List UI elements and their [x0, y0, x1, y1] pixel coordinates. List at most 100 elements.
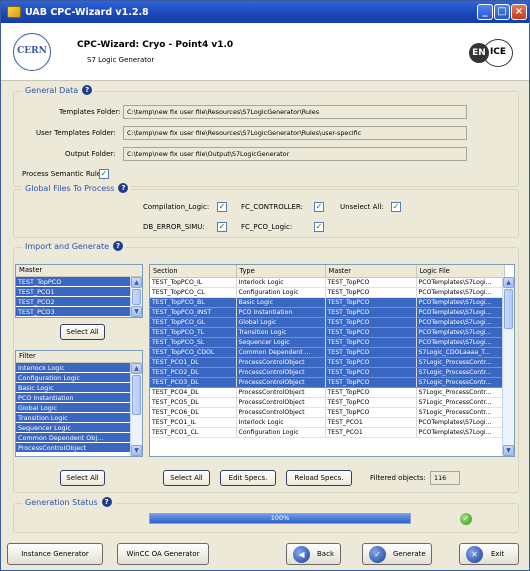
help-icon[interactable]: ?	[82, 85, 93, 95]
master-item[interactable]: TEST_PCO3	[16, 307, 130, 317]
user-templates-folder-label: User Templates Folder:	[36, 129, 116, 137]
master-list[interactable]: Master TEST_TopPCO TEST_PCO1 TEST_PCO2 T…	[15, 264, 143, 318]
fc-controller-checkbox[interactable]: ✓	[314, 202, 324, 212]
table-row[interactable]: TEST_TopPCO_INST PCO Instantiation TEST_To…	[150, 307, 505, 318]
user-templates-folder-field[interactable]: C:\temp\new fix user file\Resources\S7Lo…	[123, 126, 467, 140]
table-row[interactable]: TEST_PCO1_IL Interlock Logic TEST_PCO1 PCOT…	[150, 417, 505, 428]
column-header-master[interactable]: Master	[325, 265, 417, 278]
table-row[interactable]: TEST_PCO2_DL ProcessControlObject TEST_Top…	[150, 367, 505, 378]
back-button[interactable]: ◀ Back	[286, 543, 341, 565]
filter-item[interactable]: PCO Instantiation	[16, 393, 130, 403]
cell-type: PCO Instantiation	[236, 307, 326, 318]
table-select-all-button[interactable]: Select All	[163, 470, 210, 486]
filter-item[interactable]: Transition Logic	[16, 413, 130, 423]
chevron-up-icon[interactable]: ▲	[503, 277, 514, 288]
master-item[interactable]: TEST_PCO2	[16, 297, 130, 307]
exit-button[interactable]: ✕ Exit	[459, 543, 519, 565]
chevron-up-icon[interactable]: ▲	[131, 277, 142, 288]
table-row[interactable]: TEST_PCO5_DL ProcessControlObject TEST_Top…	[150, 397, 505, 408]
table-row[interactable]: TEST_PCO4_DL ProcessControlObject TEST_Top…	[150, 387, 505, 398]
filter-item[interactable]: Configuration Logic	[16, 373, 130, 383]
en-ice-logo: ICE EN	[469, 37, 515, 69]
cell-master: TEST_PCO1	[325, 417, 417, 428]
filter-item[interactable]: Interlock Logic	[16, 363, 130, 373]
table-row[interactable]: TEST_TopPCO_SL Sequencer Logic TEST_TopPCO…	[150, 337, 505, 348]
column-header-section[interactable]: Section	[150, 265, 237, 278]
sections-grid: Section Type Master Logic File TEST_TopP…	[150, 265, 505, 438]
cell-master: TEST_TopPCO	[325, 347, 417, 358]
chevron-down-icon[interactable]: ▼	[131, 445, 142, 456]
filter-item[interactable]: Global Logic	[16, 403, 130, 413]
filter-item[interactable]: Sequencer Logic	[16, 423, 130, 433]
cell-section: TEST_TopPCO_INST	[150, 307, 237, 318]
cell-file: PCOTemplates\S7Logi...	[416, 417, 505, 428]
cell-section: TEST_PCO3_DL	[150, 377, 237, 388]
table-row[interactable]: TEST_PCO6_DL ProcessControlObject TEST_Top…	[150, 407, 505, 418]
master-select-all-button[interactable]: Select All	[60, 324, 105, 340]
cell-file: S7Logic_ProcessContr...	[416, 387, 505, 398]
compilation-logic-checkbox[interactable]: ✓	[217, 202, 227, 212]
minimize-button[interactable]: _	[477, 4, 493, 20]
db-error-simu-label: DB_ERROR_SIMU:	[143, 223, 205, 231]
fc-pco-logic-checkbox[interactable]: ✓	[314, 222, 324, 232]
table-scrollbar[interactable]: ▲ ▼	[502, 277, 514, 456]
db-error-simu-checkbox[interactable]: ✓	[217, 222, 227, 232]
help-icon[interactable]: ?	[101, 497, 112, 507]
table-row[interactable]: TEST_TopPCO_CDOL Common Dependent ... TEST…	[150, 347, 505, 358]
instance-generator-button[interactable]: Instance Generator	[7, 543, 103, 565]
master-item[interactable]: TEST_PCO1	[16, 287, 130, 297]
table-row[interactable]: TEST_TopPCO_CL Configuration Logic TEST_To…	[150, 287, 505, 298]
cell-section: TEST_TopPCO_CDOL	[150, 347, 237, 358]
generate-button[interactable]: ✓ Generate	[362, 543, 432, 565]
scroll-thumb[interactable]	[132, 375, 141, 415]
exit-button-label: Exit	[491, 550, 505, 558]
wincc-oa-generator-button[interactable]: WinCC OA Generator	[117, 543, 209, 565]
scroll-thumb[interactable]	[132, 289, 141, 305]
table-row[interactable]: TEST_PCO3_DL ProcessControlObject TEST_Top…	[150, 377, 505, 388]
unselect-all-checkbox[interactable]: ✓	[391, 202, 401, 212]
column-header-logic-file[interactable]: Logic File	[416, 265, 505, 278]
generation-progress-bar: 100%	[149, 513, 411, 524]
cell-file: PCOTemplates\S7Logi...	[416, 327, 505, 338]
filter-list[interactable]: Filter Interlock Logic Configuration Log…	[15, 350, 143, 457]
table-row[interactable]: TEST_PCO1_CL Configuration Logic TEST_PCO1…	[150, 427, 505, 438]
sections-table[interactable]: Section Type Master Logic File TEST_TopP…	[149, 264, 515, 457]
help-icon[interactable]: ?	[118, 183, 129, 193]
cell-master: TEST_TopPCO	[325, 387, 417, 398]
help-icon[interactable]: ?	[113, 241, 124, 251]
filter-list-scrollbar[interactable]: ▲ ▼	[130, 363, 142, 456]
table-row[interactable]: TEST_PCO1_DL ProcessControlObject TEST_Top…	[150, 357, 505, 368]
cell-type: ProcessControlObject	[236, 407, 326, 418]
table-row[interactable]: TEST_TopPCO_GL Global Logic TEST_TopPCO PCO…	[150, 317, 505, 328]
reload-specs-button[interactable]: Reload Specs.	[286, 470, 352, 486]
filter-item[interactable]: ProcessControlObject	[16, 443, 130, 453]
filter-item[interactable]: Common Dependent Obj...	[16, 433, 130, 443]
cell-section: TEST_TopPCO_TL	[150, 327, 237, 338]
master-list-scrollbar[interactable]: ▲ ▼	[130, 277, 142, 317]
process-semantic-rules-checkbox[interactable]: ✓	[99, 169, 109, 179]
chevron-down-icon[interactable]: ▼	[131, 306, 142, 317]
column-header-type[interactable]: Type	[236, 265, 326, 278]
filter-item[interactable]: Basic Logic	[16, 383, 130, 393]
close-button[interactable]: ×	[511, 4, 527, 20]
cell-type: ProcessControlObject	[236, 387, 326, 398]
edit-specs-button[interactable]: Edit Specs.	[220, 470, 276, 486]
table-row[interactable]: TEST_TopPCO_TL Transition Logic TEST_TopPC…	[150, 327, 505, 338]
back-button-label: Back	[317, 550, 334, 558]
chevron-up-icon[interactable]: ▲	[131, 363, 142, 374]
fc-controller-label: FC_CONTROLLER:	[241, 203, 303, 211]
cell-type: Common Dependent ...	[236, 347, 326, 358]
compilation-logic-label: Compilation_Logic:	[143, 203, 210, 211]
cell-section: TEST_PCO6_DL	[150, 407, 237, 418]
table-row[interactable]: TEST_TopPCO_IL Interlock Logic TEST_TopPCO…	[150, 277, 505, 288]
maximize-button[interactable]: □	[494, 4, 510, 20]
cell-file: S7Logic_ProcessContr...	[416, 397, 505, 408]
filter-select-all-button[interactable]: Select All	[60, 470, 105, 486]
table-row[interactable]: TEST_TopPCO_BL Basic Logic TEST_TopPCO PCOT…	[150, 297, 505, 308]
cell-type: Configuration Logic	[236, 287, 326, 298]
master-item[interactable]: TEST_TopPCO	[16, 277, 130, 287]
output-folder-field[interactable]: C:\temp\new fix user file\Output\S7Logic…	[123, 147, 467, 161]
templates-folder-field[interactable]: C:\temp\new fix user file\Resources\S7Lo…	[123, 105, 467, 119]
scroll-thumb[interactable]	[504, 289, 513, 329]
chevron-down-icon[interactable]: ▼	[503, 445, 514, 456]
